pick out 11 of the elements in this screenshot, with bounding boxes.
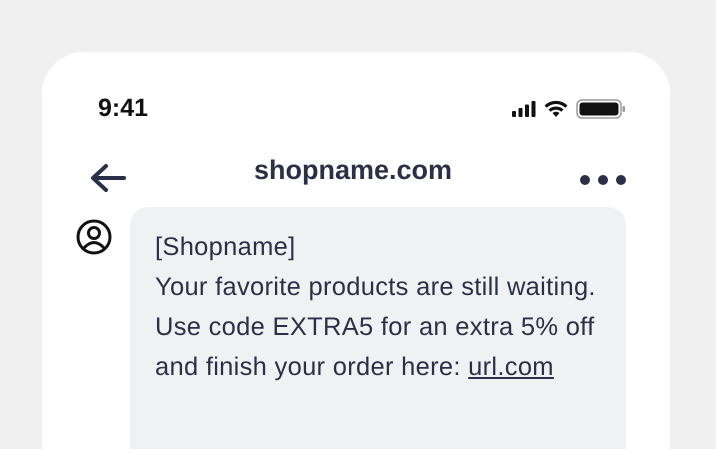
message-link[interactable]: url.com <box>468 353 554 381</box>
back-arrow-icon[interactable] <box>90 163 126 193</box>
message-sender: [Shopname] <box>155 232 297 263</box>
status-time: 9:41 <box>98 94 148 123</box>
header-title: shopname.com <box>254 154 452 186</box>
wifi-icon <box>544 100 568 117</box>
message-text: Your favorite products are still waiting. Use code EXTRA5 for an extra 5% off and finish your order here: url.com <box>155 272 597 383</box>
more-options-icon[interactable] <box>580 175 626 185</box>
avatar-icon <box>76 219 112 255</box>
battery-icon <box>576 98 626 118</box>
signal-icon <box>512 100 536 116</box>
